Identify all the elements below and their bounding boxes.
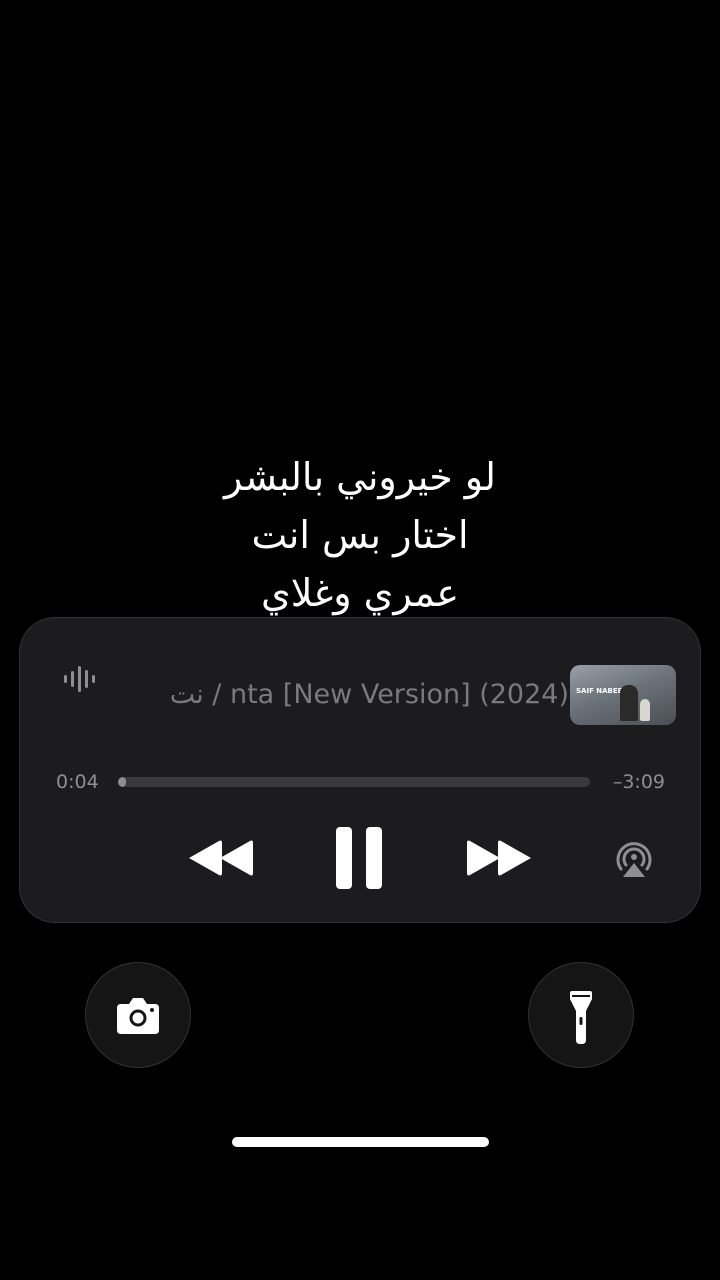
remaining-time: –3:09: [612, 771, 665, 793]
flashlight-icon: [570, 991, 592, 1044]
track-title: نت / nta [New Version] (2024): [169, 679, 569, 710]
lyric-line-3: عمري وغلاي: [260, 571, 460, 615]
album-artwork[interactable]: SAIF NABEEL: [570, 665, 676, 725]
elapsed-time: 0:04: [56, 771, 99, 793]
track-title-marquee[interactable]: نت / nta [New Version] (2024): [117, 675, 569, 715]
lyric-line-2: اختار بس انت: [251, 513, 469, 557]
artwork-figure-small: [640, 699, 650, 721]
waveform-icon: [64, 666, 95, 692]
now-playing-widget[interactable]: نت / nta [New Version] (2024) SAIF NABEE…: [19, 617, 701, 923]
lyric-line-1: لو خيروني بالبشر: [224, 455, 496, 499]
airplay-audio-icon[interactable]: [613, 839, 655, 879]
fast-forward-icon[interactable]: [465, 838, 533, 878]
camera-icon: [117, 998, 159, 1034]
lyrics: لو خيروني بالبشر اختار بس انت عمري وغلاي: [0, 448, 720, 622]
progress-scrubber[interactable]: [118, 777, 590, 787]
artwork-figure: [620, 685, 638, 721]
pause-icon[interactable]: [335, 826, 383, 890]
progress-fill: [118, 777, 126, 787]
rewind-icon[interactable]: [187, 838, 255, 878]
home-indicator[interactable]: [232, 1137, 489, 1147]
flashlight-button[interactable]: [528, 962, 634, 1068]
camera-button[interactable]: [85, 962, 191, 1068]
